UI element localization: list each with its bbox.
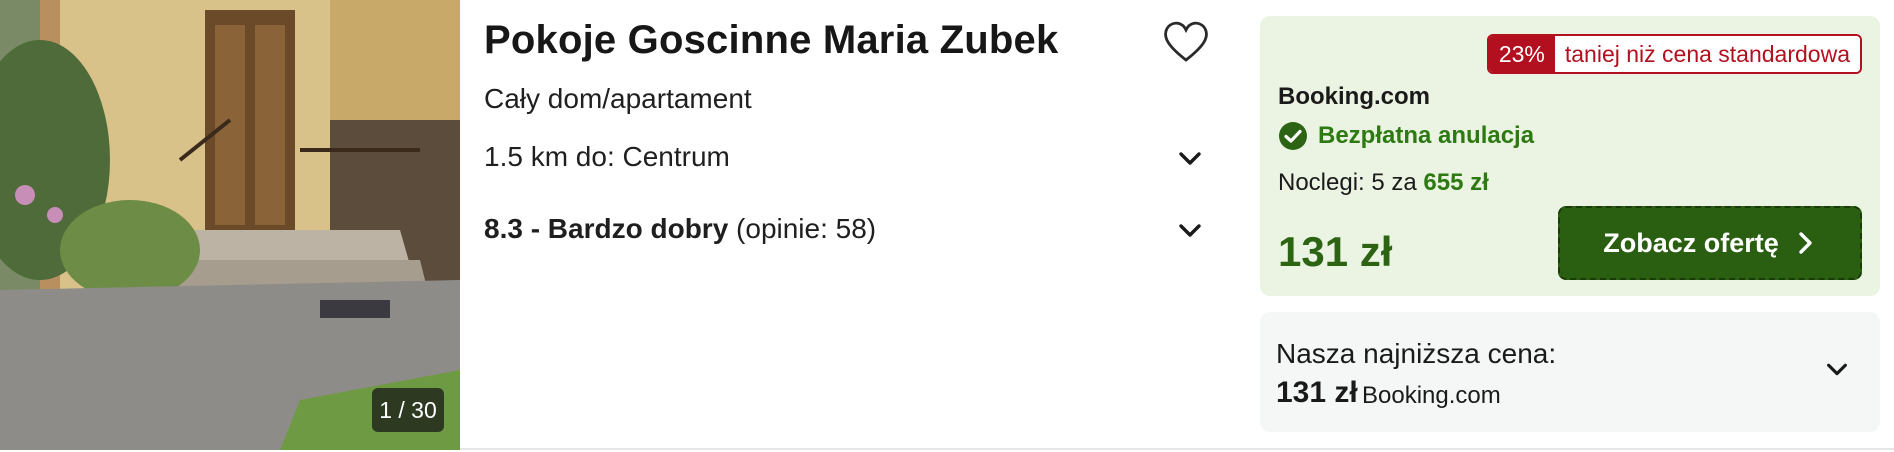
cancellation-label: Bezpłatna anulacja — [1318, 122, 1535, 149]
rating-text: 8.3 - Bardzo dobry (opinie: 58) — [484, 213, 876, 245]
chevron-right-icon — [1799, 232, 1812, 254]
view-offer-label: Zobacz ofertę — [1603, 227, 1779, 258]
deal-panel: 23% taniej niż cena standardowa Booking.… — [1260, 16, 1880, 296]
heart-icon — [1164, 21, 1208, 62]
favorite-button[interactable] — [1162, 18, 1210, 64]
distance-text: 1.5 km do: Centrum — [484, 141, 730, 172]
photo-illustration — [0, 0, 460, 450]
view-offer-button[interactable]: Zobacz ofertę — [1558, 206, 1862, 280]
lowest-price-panel[interactable]: Nasza najniższa cena: 131 zł Booking.com — [1260, 312, 1880, 432]
chevron-down-icon — [1827, 363, 1847, 376]
chevron-down-icon — [1179, 224, 1201, 237]
nightly-price: 131 zł — [1278, 228, 1393, 275]
lowest-price-value: 131 zł — [1276, 376, 1358, 409]
hotel-photo[interactable]: 1 / 30 — [0, 0, 460, 450]
rating-score: 8.3 - Bardzo dobry — [484, 213, 729, 244]
property-type: Cały dom/apartament — [484, 83, 752, 114]
nights-total: 655 zł — [1423, 169, 1489, 196]
rating-reviews: (opinie: 58) — [736, 213, 877, 244]
distance-row[interactable]: 1.5 km do: Centrum — [484, 138, 1214, 178]
rating-row[interactable]: 8.3 - Bardzo dobry (opinie: 58) — [484, 210, 1214, 250]
offer-provider: Booking.com — [1278, 83, 1431, 110]
discount-text: taniej niż cena standardowa — [1554, 36, 1860, 72]
nights-prefix: Noclegi: 5 za — [1278, 169, 1417, 196]
photo-counter: 1 / 30 — [372, 388, 444, 432]
nights-summary: Noclegi: 5 za 655 zł — [1278, 169, 1489, 197]
lowest-price-label: Nasza najniższa cena: — [1276, 338, 1557, 369]
hotel-card: 1 / 30 Pokoje Goscinne Maria Zubek Cały … — [0, 0, 1894, 450]
free-cancellation: Bezpłatna anulacja — [1278, 120, 1534, 152]
chevron-down-icon — [1179, 152, 1201, 165]
lowest-price-provider: Booking.com — [1362, 382, 1501, 409]
discount-percent: 23% — [1488, 36, 1555, 72]
discount-badge: 23% taniej niż cena standardowa — [1486, 34, 1862, 74]
check-circle-icon — [1279, 122, 1307, 150]
hotel-title[interactable]: Pokoje Goscinne Maria Zubek — [484, 18, 1058, 63]
